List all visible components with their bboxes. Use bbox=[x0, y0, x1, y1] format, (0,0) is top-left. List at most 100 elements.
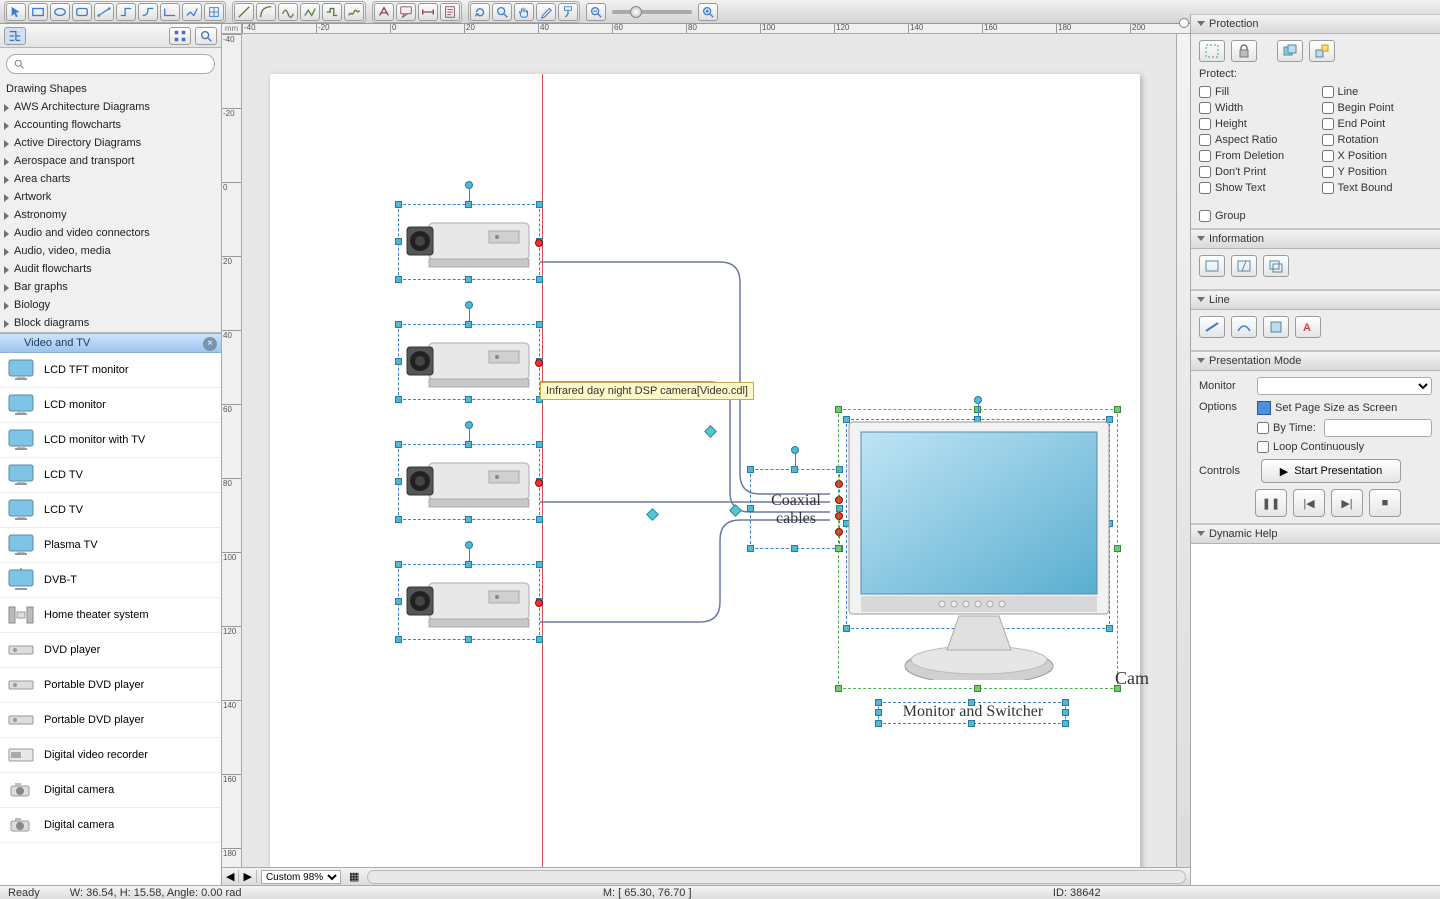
conn6-tool[interactable] bbox=[204, 3, 224, 21]
pause-button[interactable]: ❚❚ bbox=[1255, 489, 1287, 517]
library-tree-tab[interactable] bbox=[4, 27, 26, 45]
line-fill-button[interactable] bbox=[1263, 316, 1289, 338]
shape-item[interactable]: LCD TV bbox=[0, 493, 221, 528]
shape-list[interactable]: LCD TFT monitorLCD monitorLCD monitor wi… bbox=[0, 353, 221, 885]
diamond-handle[interactable] bbox=[704, 425, 717, 438]
protect-check[interactable] bbox=[1199, 118, 1211, 130]
ellipse-tool[interactable] bbox=[50, 3, 70, 21]
protect-check[interactable] bbox=[1322, 102, 1334, 114]
shape-item[interactable]: Digital video recorder bbox=[0, 738, 221, 773]
protect-check[interactable] bbox=[1199, 102, 1211, 114]
shape-item[interactable]: DVB-T bbox=[0, 563, 221, 598]
monitor-select[interactable] bbox=[1257, 377, 1432, 395]
canvas-scrollbar-vertical[interactable] bbox=[1176, 34, 1190, 867]
category-item[interactable]: Accounting flowcharts bbox=[0, 116, 221, 134]
library-search-input[interactable] bbox=[29, 58, 208, 70]
protect-check[interactable] bbox=[1322, 118, 1334, 130]
category-item[interactable]: Audit flowcharts bbox=[0, 260, 221, 278]
prev-button[interactable]: |◀ bbox=[1293, 489, 1325, 517]
line-header[interactable]: Line bbox=[1191, 290, 1440, 310]
category-item[interactable]: Astronomy bbox=[0, 206, 221, 224]
callout-tool[interactable] bbox=[396, 3, 416, 21]
shape-item[interactable]: Portable DVD player bbox=[0, 668, 221, 703]
zoom-tool[interactable] bbox=[492, 3, 512, 21]
protect-check[interactable] bbox=[1322, 86, 1334, 98]
pan-tool[interactable] bbox=[514, 3, 534, 21]
bytime-checkbox[interactable] bbox=[1257, 422, 1269, 434]
camera-selection[interactable] bbox=[398, 204, 540, 280]
library-search[interactable] bbox=[6, 54, 215, 74]
protection-header[interactable]: Protection bbox=[1191, 14, 1440, 34]
shape-item[interactable]: LCD monitor bbox=[0, 388, 221, 423]
shape-item[interactable]: DVD player bbox=[0, 633, 221, 668]
zoom-slider-track[interactable] bbox=[612, 10, 692, 14]
freehand-tool[interactable] bbox=[344, 3, 364, 21]
monitor-label-selection[interactable]: Monitor and Switcher bbox=[878, 702, 1066, 724]
canvas[interactable]: Infrared day night DSP camera[Video.cdl]… bbox=[242, 34, 1176, 867]
category-list[interactable]: Drawing Shapes AWS Architecture Diagrams… bbox=[0, 80, 221, 333]
close-category-button[interactable]: × bbox=[203, 337, 217, 351]
dimension-tool[interactable] bbox=[418, 3, 438, 21]
presentation-header[interactable]: Presentation Mode bbox=[1191, 351, 1440, 371]
library-grid-tab[interactable] bbox=[169, 27, 191, 45]
zoom-in-button[interactable] bbox=[698, 3, 718, 21]
dynamic-help-header[interactable]: Dynamic Help bbox=[1191, 524, 1440, 544]
protect-check[interactable] bbox=[1199, 150, 1211, 162]
bytime-input[interactable] bbox=[1324, 419, 1432, 437]
shape-item[interactable]: Home theater system bbox=[0, 598, 221, 633]
protect-check[interactable] bbox=[1199, 182, 1211, 194]
protect-check[interactable] bbox=[1199, 134, 1211, 146]
protect-check[interactable] bbox=[1199, 166, 1211, 178]
loop-checkbox[interactable] bbox=[1257, 441, 1269, 453]
information-header[interactable]: Information bbox=[1191, 229, 1440, 249]
shape-item[interactable]: LCD TV bbox=[0, 458, 221, 493]
category-item[interactable]: Audio and video connectors bbox=[0, 224, 221, 242]
conn1-tool[interactable] bbox=[94, 3, 114, 21]
shape-item[interactable]: Digital camera bbox=[0, 808, 221, 843]
protect-group-button[interactable] bbox=[1277, 40, 1303, 62]
next-button[interactable]: ▶| bbox=[1331, 489, 1363, 517]
category-item[interactable]: AWS Architecture Diagrams bbox=[0, 98, 221, 116]
info-mode2[interactable] bbox=[1231, 255, 1257, 277]
eyedropper-tool[interactable] bbox=[536, 3, 556, 21]
category-item[interactable]: Bar graphs bbox=[0, 278, 221, 296]
rounded-rect-tool[interactable] bbox=[72, 3, 92, 21]
protect-check[interactable] bbox=[1322, 150, 1334, 162]
stop-button[interactable]: ■ bbox=[1369, 489, 1401, 517]
line-tool[interactable] bbox=[234, 3, 254, 21]
page[interactable]: Infrared day night DSP camera[Video.cdl]… bbox=[270, 74, 1140, 867]
camera-selection[interactable] bbox=[398, 444, 540, 520]
conn4-tool[interactable] bbox=[160, 3, 180, 21]
camera-selection[interactable] bbox=[398, 564, 540, 640]
category-item[interactable]: Aerospace and transport bbox=[0, 152, 221, 170]
protect-ungroup-button[interactable] bbox=[1309, 40, 1335, 62]
zoom-out-button[interactable] bbox=[586, 3, 606, 21]
diamond-handle[interactable] bbox=[646, 508, 659, 521]
protect-check[interactable] bbox=[1322, 166, 1334, 178]
protect-check[interactable] bbox=[1322, 134, 1334, 146]
pages-grid-icon[interactable]: ▦ bbox=[345, 870, 363, 883]
shape-item[interactable]: LCD monitor with TV bbox=[0, 423, 221, 458]
guide-vertical[interactable] bbox=[542, 74, 543, 867]
category-item[interactable]: Biology bbox=[0, 296, 221, 314]
line-text-button[interactable]: A bbox=[1295, 316, 1321, 338]
category-item[interactable]: Block diagrams bbox=[0, 314, 221, 332]
category-item[interactable]: Artwork bbox=[0, 188, 221, 206]
ortho-tool[interactable] bbox=[322, 3, 342, 21]
arc-tool[interactable] bbox=[256, 3, 276, 21]
info-mode3[interactable] bbox=[1263, 255, 1289, 277]
protect-check[interactable] bbox=[1322, 182, 1334, 194]
polyline-tool[interactable] bbox=[300, 3, 320, 21]
spline-tool[interactable] bbox=[278, 3, 298, 21]
line-style-button[interactable] bbox=[1199, 316, 1225, 338]
category-item[interactable]: Audio, video, media bbox=[0, 242, 221, 260]
info-mode1[interactable] bbox=[1199, 255, 1225, 277]
protect-check[interactable] bbox=[1199, 86, 1211, 98]
conn3-tool[interactable] bbox=[138, 3, 158, 21]
shape-item[interactable]: Digital camera bbox=[0, 773, 221, 808]
text-tool[interactable] bbox=[374, 3, 394, 21]
zoom-slider-knob[interactable] bbox=[630, 6, 642, 18]
coax-label-selection[interactable]: Coaxial cables bbox=[750, 469, 840, 549]
line-ends-button[interactable] bbox=[1231, 316, 1257, 338]
category-item[interactable]: Area charts bbox=[0, 170, 221, 188]
